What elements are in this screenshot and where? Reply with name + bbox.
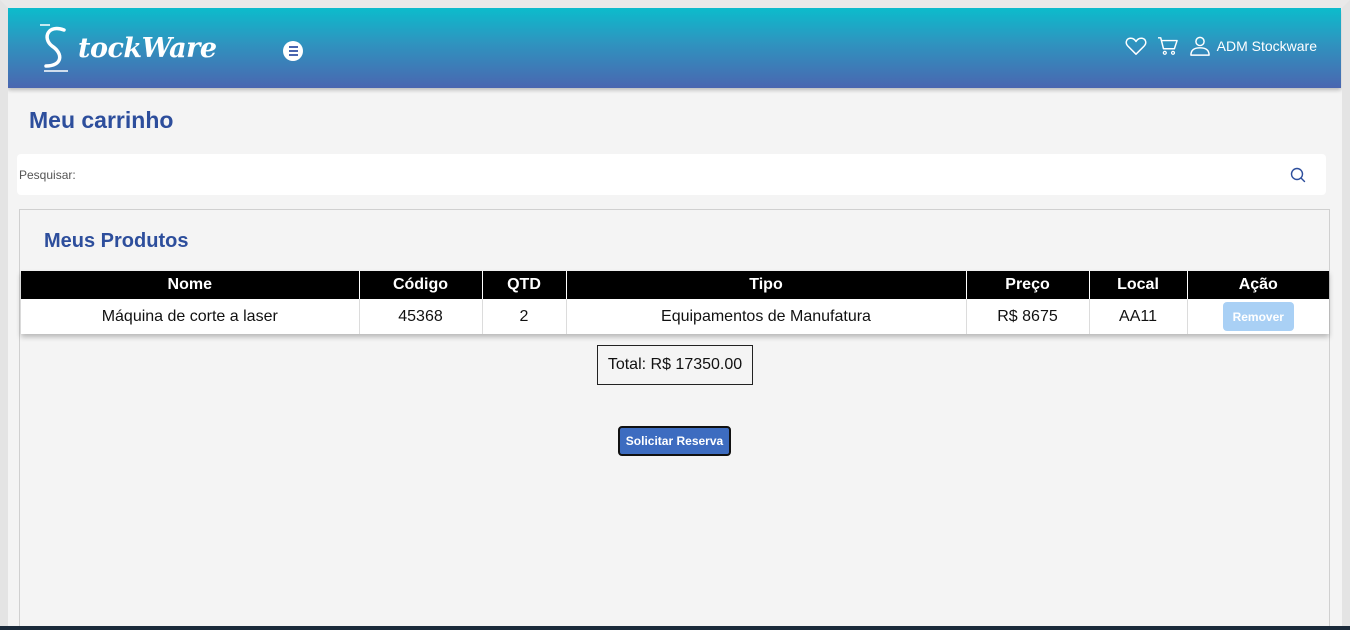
column-header-qtd: QTD [482, 271, 567, 299]
cell-qtd: 2 [482, 299, 567, 334]
cell-codigo: 45368 [359, 299, 483, 334]
logo-text: tockWare [78, 32, 217, 64]
search-bar: Pesquisar: [17, 154, 1326, 195]
header-actions: ADM Stockware [1125, 36, 1317, 56]
page-title: Meu carrinho [29, 107, 174, 133]
column-header-preco: Preço [966, 271, 1090, 299]
cell-local: AA11 [1089, 299, 1188, 334]
search-icon[interactable] [1290, 167, 1306, 183]
cell-acao: Remover [1187, 299, 1329, 334]
menu-icon-line [288, 46, 298, 48]
logo-s-icon [40, 24, 68, 72]
table-header-row: Nome Código QTD Tipo Preço Local Ação [21, 271, 1329, 299]
products-card: Meus Produtos Nome Código QTD Tipo Preço… [19, 209, 1330, 630]
total-box: Total: R$ 17350.00 [597, 345, 753, 385]
cart-icon[interactable] [1157, 36, 1179, 56]
column-header-acao: Ação [1187, 271, 1329, 299]
heart-icon[interactable] [1125, 36, 1147, 56]
products-title: Meus Produtos [44, 230, 189, 252]
column-header-tipo: Tipo [566, 271, 967, 299]
cell-nome: Máquina de corte a laser [21, 299, 360, 334]
column-header-local: Local [1089, 271, 1188, 299]
column-header-codigo: Código [359, 271, 483, 299]
table-row: Máquina de corte a laser 45368 2 Equipam… [21, 299, 1329, 334]
user-name[interactable]: ADM Stockware [1217, 38, 1317, 54]
request-reservation-button[interactable]: Solicitar Reserva [618, 426, 731, 456]
search-input[interactable] [87, 162, 1267, 187]
cell-preco: R$ 8675 [966, 299, 1090, 334]
column-header-nome: Nome [21, 271, 360, 299]
taskbar-strip [0, 626, 1350, 630]
menu-toggle-button[interactable] [283, 41, 303, 61]
user-icon[interactable] [1189, 36, 1211, 56]
remove-button[interactable]: Remover [1222, 302, 1294, 331]
top-navbar: tockWare ADM Stockware [8, 8, 1341, 88]
search-label: Pesquisar: [19, 168, 76, 182]
menu-icon-line [288, 54, 298, 56]
stockware-logo[interactable]: tockWare [38, 22, 217, 74]
products-table: Nome Código QTD Tipo Preço Local Ação Má… [21, 271, 1329, 334]
menu-icon-line [288, 50, 298, 52]
cell-tipo: Equipamentos de Manufatura [566, 299, 967, 334]
